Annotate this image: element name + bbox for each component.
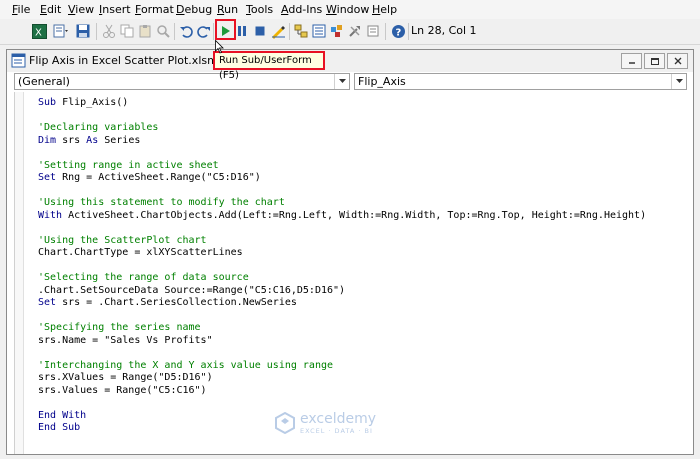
procedure-dropdown[interactable]: Flip_Axis <box>354 73 687 90</box>
properties-window-icon[interactable] <box>310 22 328 40</box>
code-line: 'Interchanging the X and Y axis value us… <box>38 359 334 371</box>
menu-run[interactable]: Run <box>217 3 238 16</box>
redo-icon[interactable] <box>195 22 213 40</box>
object-browser-icon[interactable] <box>328 22 346 40</box>
close-button[interactable] <box>667 53 688 69</box>
menu-format[interactable]: Format <box>135 3 174 16</box>
code-window-titlebar: Flip Axis in Excel Scatter Plot.xlsm - M… <box>7 50 693 72</box>
run-button-highlight <box>215 19 236 40</box>
menu-window[interactable]: Window <box>326 3 369 16</box>
code-line: Sub Flip_Axis() <box>38 97 129 108</box>
restore-button[interactable] <box>644 53 665 69</box>
object-dropdown-value: (General) <box>18 75 70 88</box>
menu-help[interactable]: Help <box>372 3 397 16</box>
menu-addins[interactable]: Add-Ins <box>281 3 322 16</box>
code-editor[interactable]: Sub Flip_Axis() 'Declaring variables Dim … <box>14 92 693 454</box>
module-icon <box>11 53 26 68</box>
toolbar: X ? <box>0 19 700 45</box>
cut-icon[interactable] <box>100 22 118 40</box>
close-icon <box>674 57 681 65</box>
code-line: 'Setting range in active sheet <box>38 159 219 171</box>
code-line: 'Using the ScatterPlot chart <box>38 234 207 246</box>
watermark: exceldemy EXCEL · DATA · BI <box>274 411 376 435</box>
extra-icon[interactable] <box>364 22 382 40</box>
design-mode-icon[interactable] <box>269 22 287 40</box>
minimize-icon <box>628 62 635 64</box>
code-line: 'Declaring variables <box>38 122 159 133</box>
help-icon[interactable]: ? <box>389 22 407 40</box>
undo-icon[interactable] <box>177 22 195 40</box>
code-line: .Chart.SetSourceData Source:=Range("C5:C… <box>38 284 346 296</box>
menu-insert[interactable]: Insert <box>99 3 131 16</box>
tooltip: Run Sub/UserForm (F5) <box>213 51 325 81</box>
mouse-pointer-icon <box>215 40 224 54</box>
code-line: 'Using this statement to modify the char… <box>38 197 285 208</box>
chevron-down-icon <box>334 74 349 89</box>
code-line: 'Specifying the series name <box>38 322 201 333</box>
chevron-down-icon <box>671 74 686 89</box>
code-line: With ActiveSheet.ChartObjects.Add(Left:=… <box>38 209 647 221</box>
code-line: 'Selecting the range of data source <box>38 272 249 283</box>
watermark-sub: EXCEL · DATA · BI <box>300 427 373 435</box>
watermark-name: exceldemy <box>300 411 377 427</box>
excel-icon[interactable]: X <box>30 22 48 40</box>
save-icon[interactable] <box>74 22 92 40</box>
reset-icon[interactable] <box>251 22 269 40</box>
toolbox-icon[interactable] <box>346 22 364 40</box>
minimize-button[interactable] <box>621 53 642 69</box>
code-line: srs.XValues = Range("D5:D16") <box>38 372 213 383</box>
restore-icon <box>650 58 659 65</box>
code-window: Flip Axis in Excel Scatter Plot.xlsm - M… <box>6 49 694 455</box>
menu-view[interactable]: View <box>68 3 94 16</box>
find-icon[interactable] <box>154 22 172 40</box>
cursor-position: Ln 28, Col 1 <box>411 24 477 37</box>
code-line: Set Rng = ActiveSheet.Range("C5:D16") <box>38 172 261 183</box>
code-line: Chart.ChartType = xlXYScatterLines <box>38 247 243 258</box>
menu-bar: File Edit View Insert Format Debug Run T… <box>0 0 700 19</box>
code-text: Sub Flip_Axis() 'Declaring variables Dim … <box>38 97 646 435</box>
project-explorer-icon[interactable] <box>292 22 310 40</box>
code-line: srs.Values = Range("C5:C16") <box>38 384 207 396</box>
menu-edit[interactable]: Edit <box>40 3 61 16</box>
menu-file[interactable]: File <box>12 3 30 16</box>
code-line: Set srs = .Chart.SeriesCollection.NewSer… <box>38 297 297 308</box>
code-line: Dim srs As Series <box>38 134 141 146</box>
menu-tools[interactable]: Tools <box>246 3 273 16</box>
svg-text:X: X <box>35 27 42 38</box>
object-dropdown[interactable]: (General) <box>14 73 350 90</box>
insert-form-icon[interactable] <box>52 22 70 40</box>
code-margin <box>15 92 24 454</box>
svg-text:?: ? <box>395 27 401 38</box>
menu-debug[interactable]: Debug <box>176 3 212 16</box>
paste-icon[interactable] <box>136 22 154 40</box>
copy-icon[interactable] <box>118 22 136 40</box>
code-line: srs.Name = "Sales Vs Profits" <box>38 334 213 346</box>
exceldemy-logo-icon <box>275 412 295 434</box>
procedure-dropdown-value: Flip_Axis <box>358 75 406 88</box>
